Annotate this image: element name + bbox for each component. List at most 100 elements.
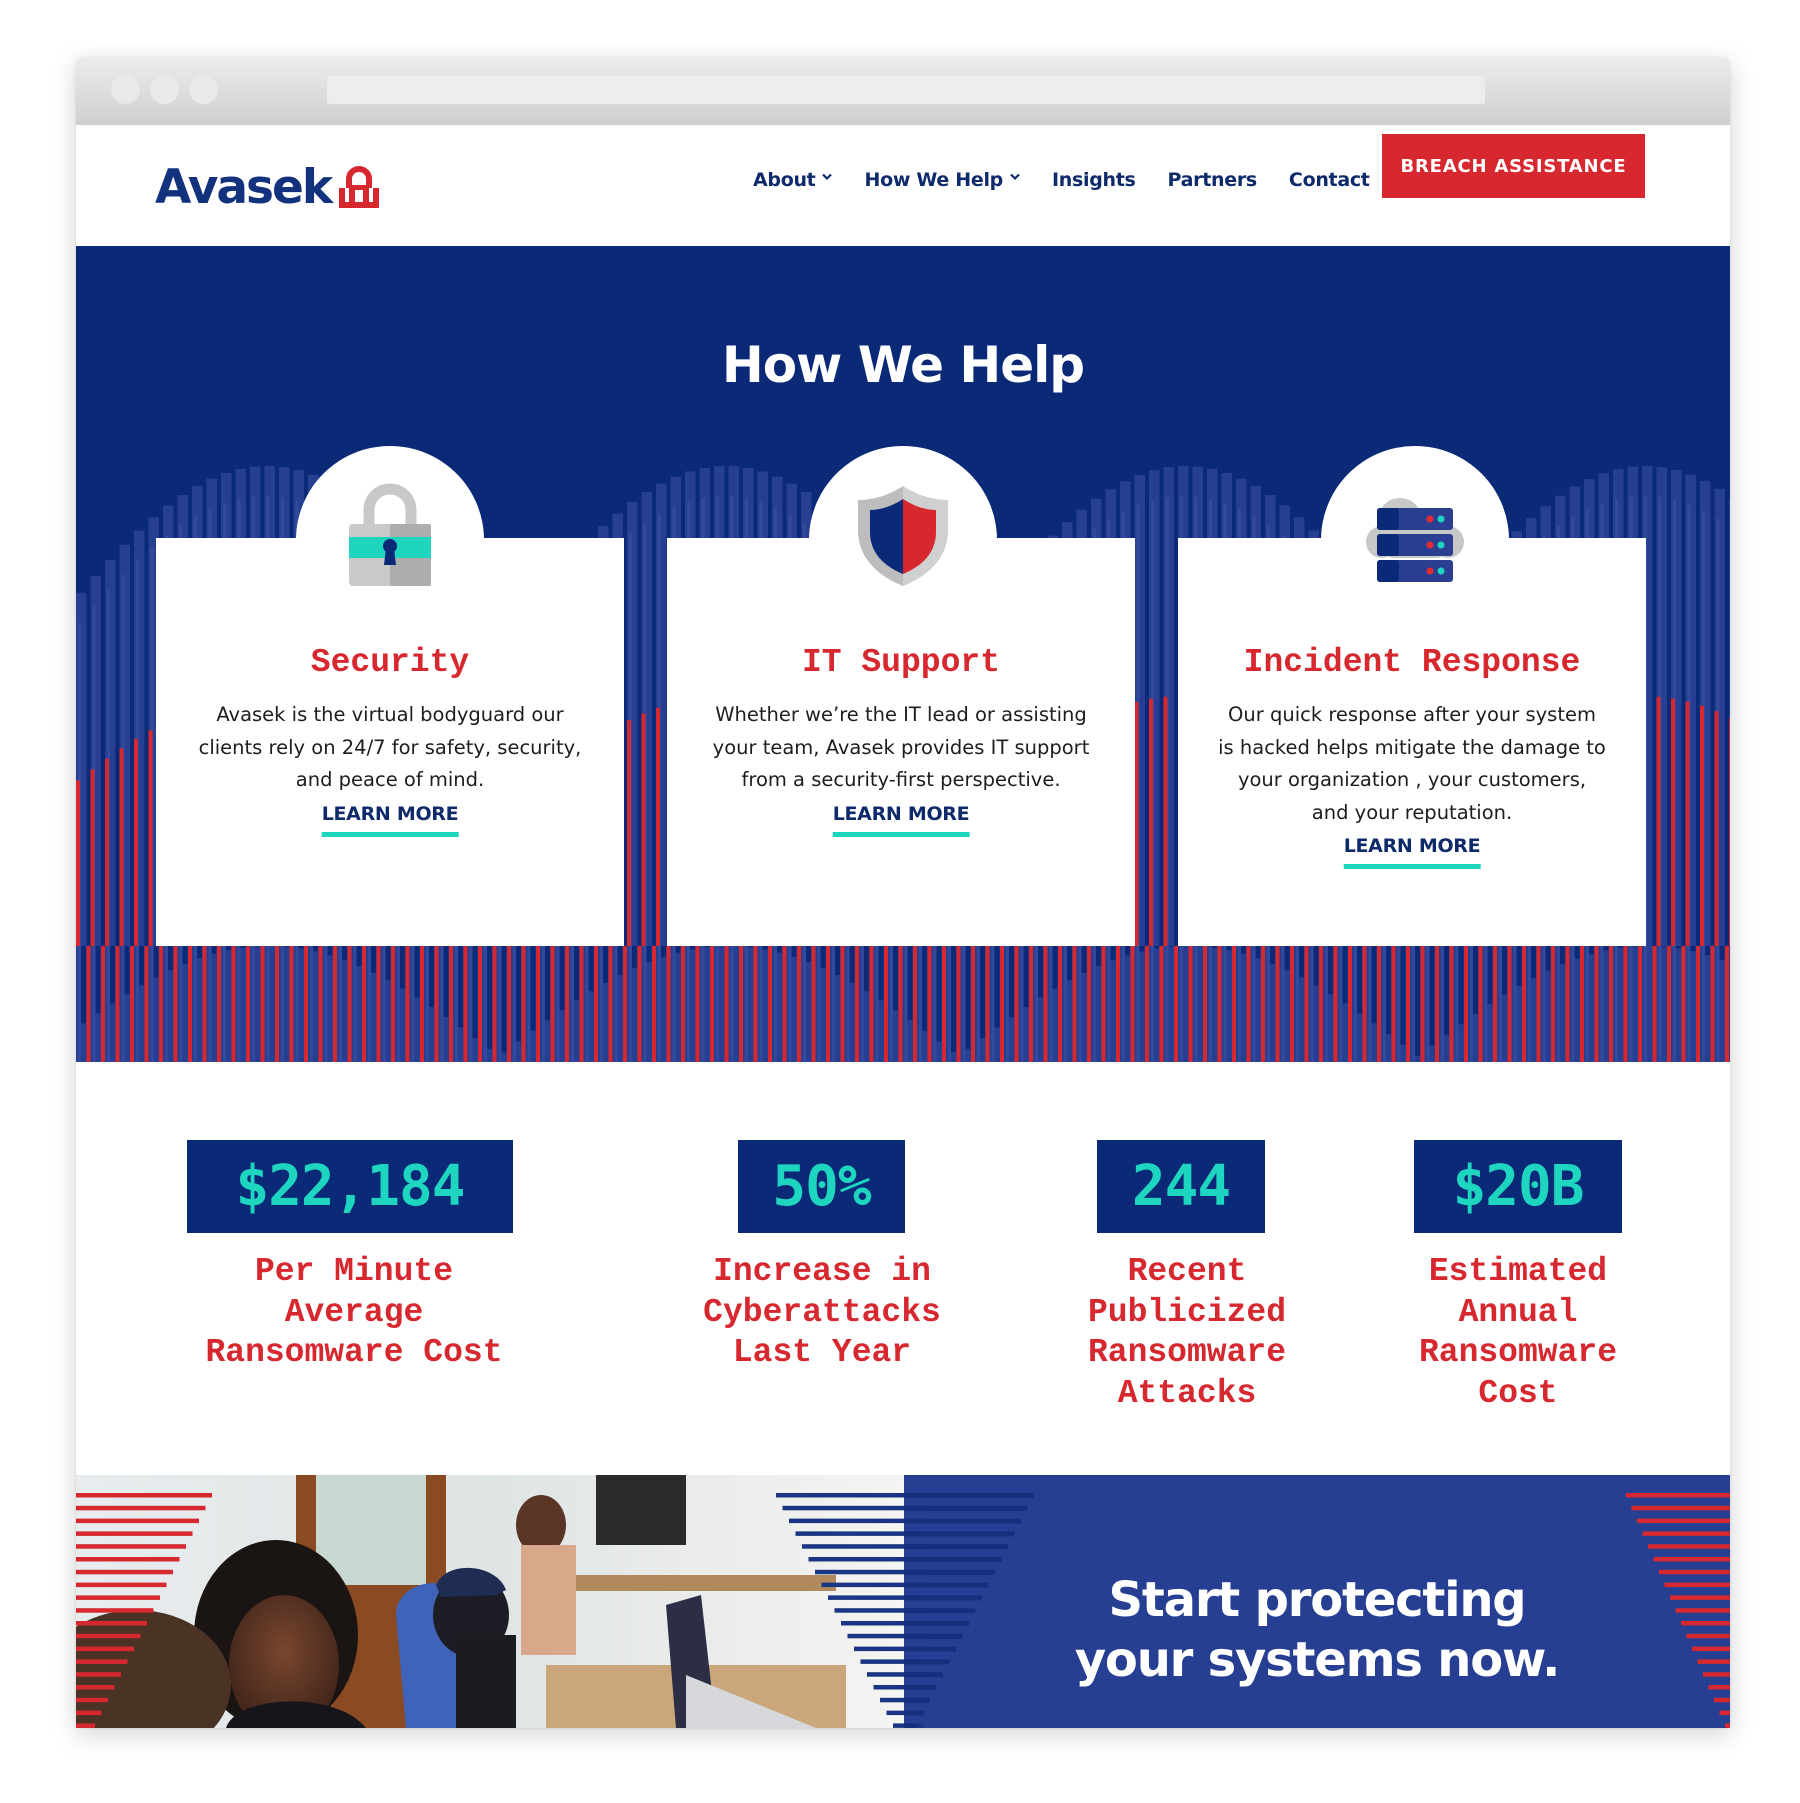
stat-label: Recent Publicized Ransomware Attacks	[1087, 1253, 1287, 1412]
learn-more-link[interactable]: LEARN MORE	[1343, 835, 1481, 869]
window-close-dot[interactable]	[111, 75, 140, 104]
stripe	[893, 946, 898, 1011]
stripe	[806, 946, 811, 962]
stripe	[627, 720, 631, 946]
padlock-icon	[349, 483, 431, 586]
stripe	[76, 1710, 102, 1716]
stripe	[704, 946, 710, 948]
stripe	[1700, 705, 1704, 946]
stripe	[1637, 1518, 1730, 1524]
stripe	[1719, 1710, 1730, 1716]
nav-contact[interactable]: Contact	[1289, 169, 1370, 191]
stripe	[878, 946, 884, 1001]
stripe	[76, 1608, 154, 1613]
stripe	[429, 946, 434, 1007]
stripe	[1574, 946, 1580, 959]
stripe	[1705, 946, 1710, 956]
stripe	[182, 946, 188, 964]
stripe	[119, 748, 124, 946]
stripe	[1473, 946, 1478, 1014]
stripe	[1149, 698, 1153, 946]
stripe	[1560, 946, 1565, 965]
nav-insights[interactable]: Insights	[1052, 169, 1136, 191]
stripe	[936, 946, 942, 1042]
stripe	[1690, 946, 1696, 952]
breach-assistance-button[interactable]: BREACH ASSISTANCE	[1382, 134, 1645, 198]
window-maximize-dot[interactable]	[189, 75, 218, 104]
stripe	[1163, 696, 1168, 946]
stripe	[1299, 946, 1304, 978]
stripe	[1714, 711, 1719, 946]
stripe	[904, 1723, 917, 1728]
stripe	[559, 946, 565, 1011]
stripe	[904, 1557, 1002, 1562]
stripe	[1052, 946, 1058, 989]
stripe	[1603, 946, 1609, 951]
stripe	[980, 946, 985, 1039]
stripe	[1110, 946, 1116, 961]
stripe	[327, 946, 333, 956]
stripe	[313, 946, 318, 952]
logo[interactable]: Avasek	[155, 151, 382, 211]
stripe	[400, 946, 405, 989]
learn-more-link[interactable]: LEARN MORE	[321, 803, 459, 837]
address-bar[interactable]	[327, 76, 1485, 104]
card-title: IT Support	[801, 644, 1001, 681]
stripe	[530, 946, 536, 1031]
stripe	[139, 946, 144, 986]
nav-how-we-help[interactable]: How We Help	[864, 169, 1020, 191]
stripe	[168, 946, 173, 971]
stripe	[76, 1672, 121, 1677]
stripe	[1656, 696, 1661, 946]
stripe	[371, 946, 376, 973]
stripe	[1386, 946, 1391, 1034]
stripe	[76, 1697, 108, 1703]
stripe	[76, 1544, 186, 1549]
stripe	[777, 946, 782, 953]
stripe	[1685, 701, 1690, 946]
cta-banner: Start protecting your systems now.	[76, 1475, 1730, 1728]
stripe	[76, 1723, 95, 1728]
stripe	[76, 780, 80, 946]
site-header: Avasek About How We Help Insights Partne…	[76, 125, 1730, 246]
stripe	[1096, 946, 1101, 967]
stripe	[1642, 1531, 1730, 1536]
stripe	[1255, 946, 1261, 959]
learn-more-link[interactable]: LEARN MORE	[832, 803, 970, 837]
main-nav: About How We Help Insights Partners Cont…	[753, 165, 1402, 195]
stripe	[1270, 946, 1275, 964]
stripe	[1400, 946, 1406, 1045]
stat-value: $20B	[1414, 1140, 1622, 1233]
nav-about[interactable]: About	[753, 169, 833, 191]
stripe	[1357, 946, 1362, 1014]
stripe	[76, 1569, 173, 1575]
stripe	[105, 758, 109, 946]
card-description: Whether we’re the IT lead or assisting y…	[712, 703, 1090, 791]
stripe	[1081, 946, 1087, 973]
stripe	[1725, 1723, 1730, 1728]
nav-partners[interactable]: Partners	[1168, 169, 1258, 191]
stripe	[76, 1633, 141, 1639]
stripe	[385, 946, 391, 981]
stripe	[1415, 946, 1420, 1056]
stripe	[904, 1531, 1015, 1537]
stripe	[284, 946, 289, 947]
banner-headline: Start protecting your systems now.	[904, 1570, 1730, 1690]
stripe	[443, 946, 449, 1017]
stripe	[820, 946, 826, 969]
stripe	[690, 946, 695, 950]
stripe	[1139, 946, 1145, 952]
logo-wordmark: Avasek	[155, 160, 333, 215]
chevron-down-icon	[1010, 173, 1020, 181]
stat-value: 244	[1097, 1140, 1265, 1233]
stripe	[588, 946, 594, 992]
window-minimize-dot[interactable]	[150, 75, 179, 104]
stripe	[904, 1505, 1028, 1511]
stripe	[782, 1505, 924, 1511]
stripe	[1502, 946, 1507, 995]
stripe	[1009, 946, 1014, 1018]
stripe	[134, 739, 138, 946]
stripe	[1212, 946, 1217, 948]
stripe	[342, 946, 347, 961]
stripe	[458, 946, 463, 1028]
